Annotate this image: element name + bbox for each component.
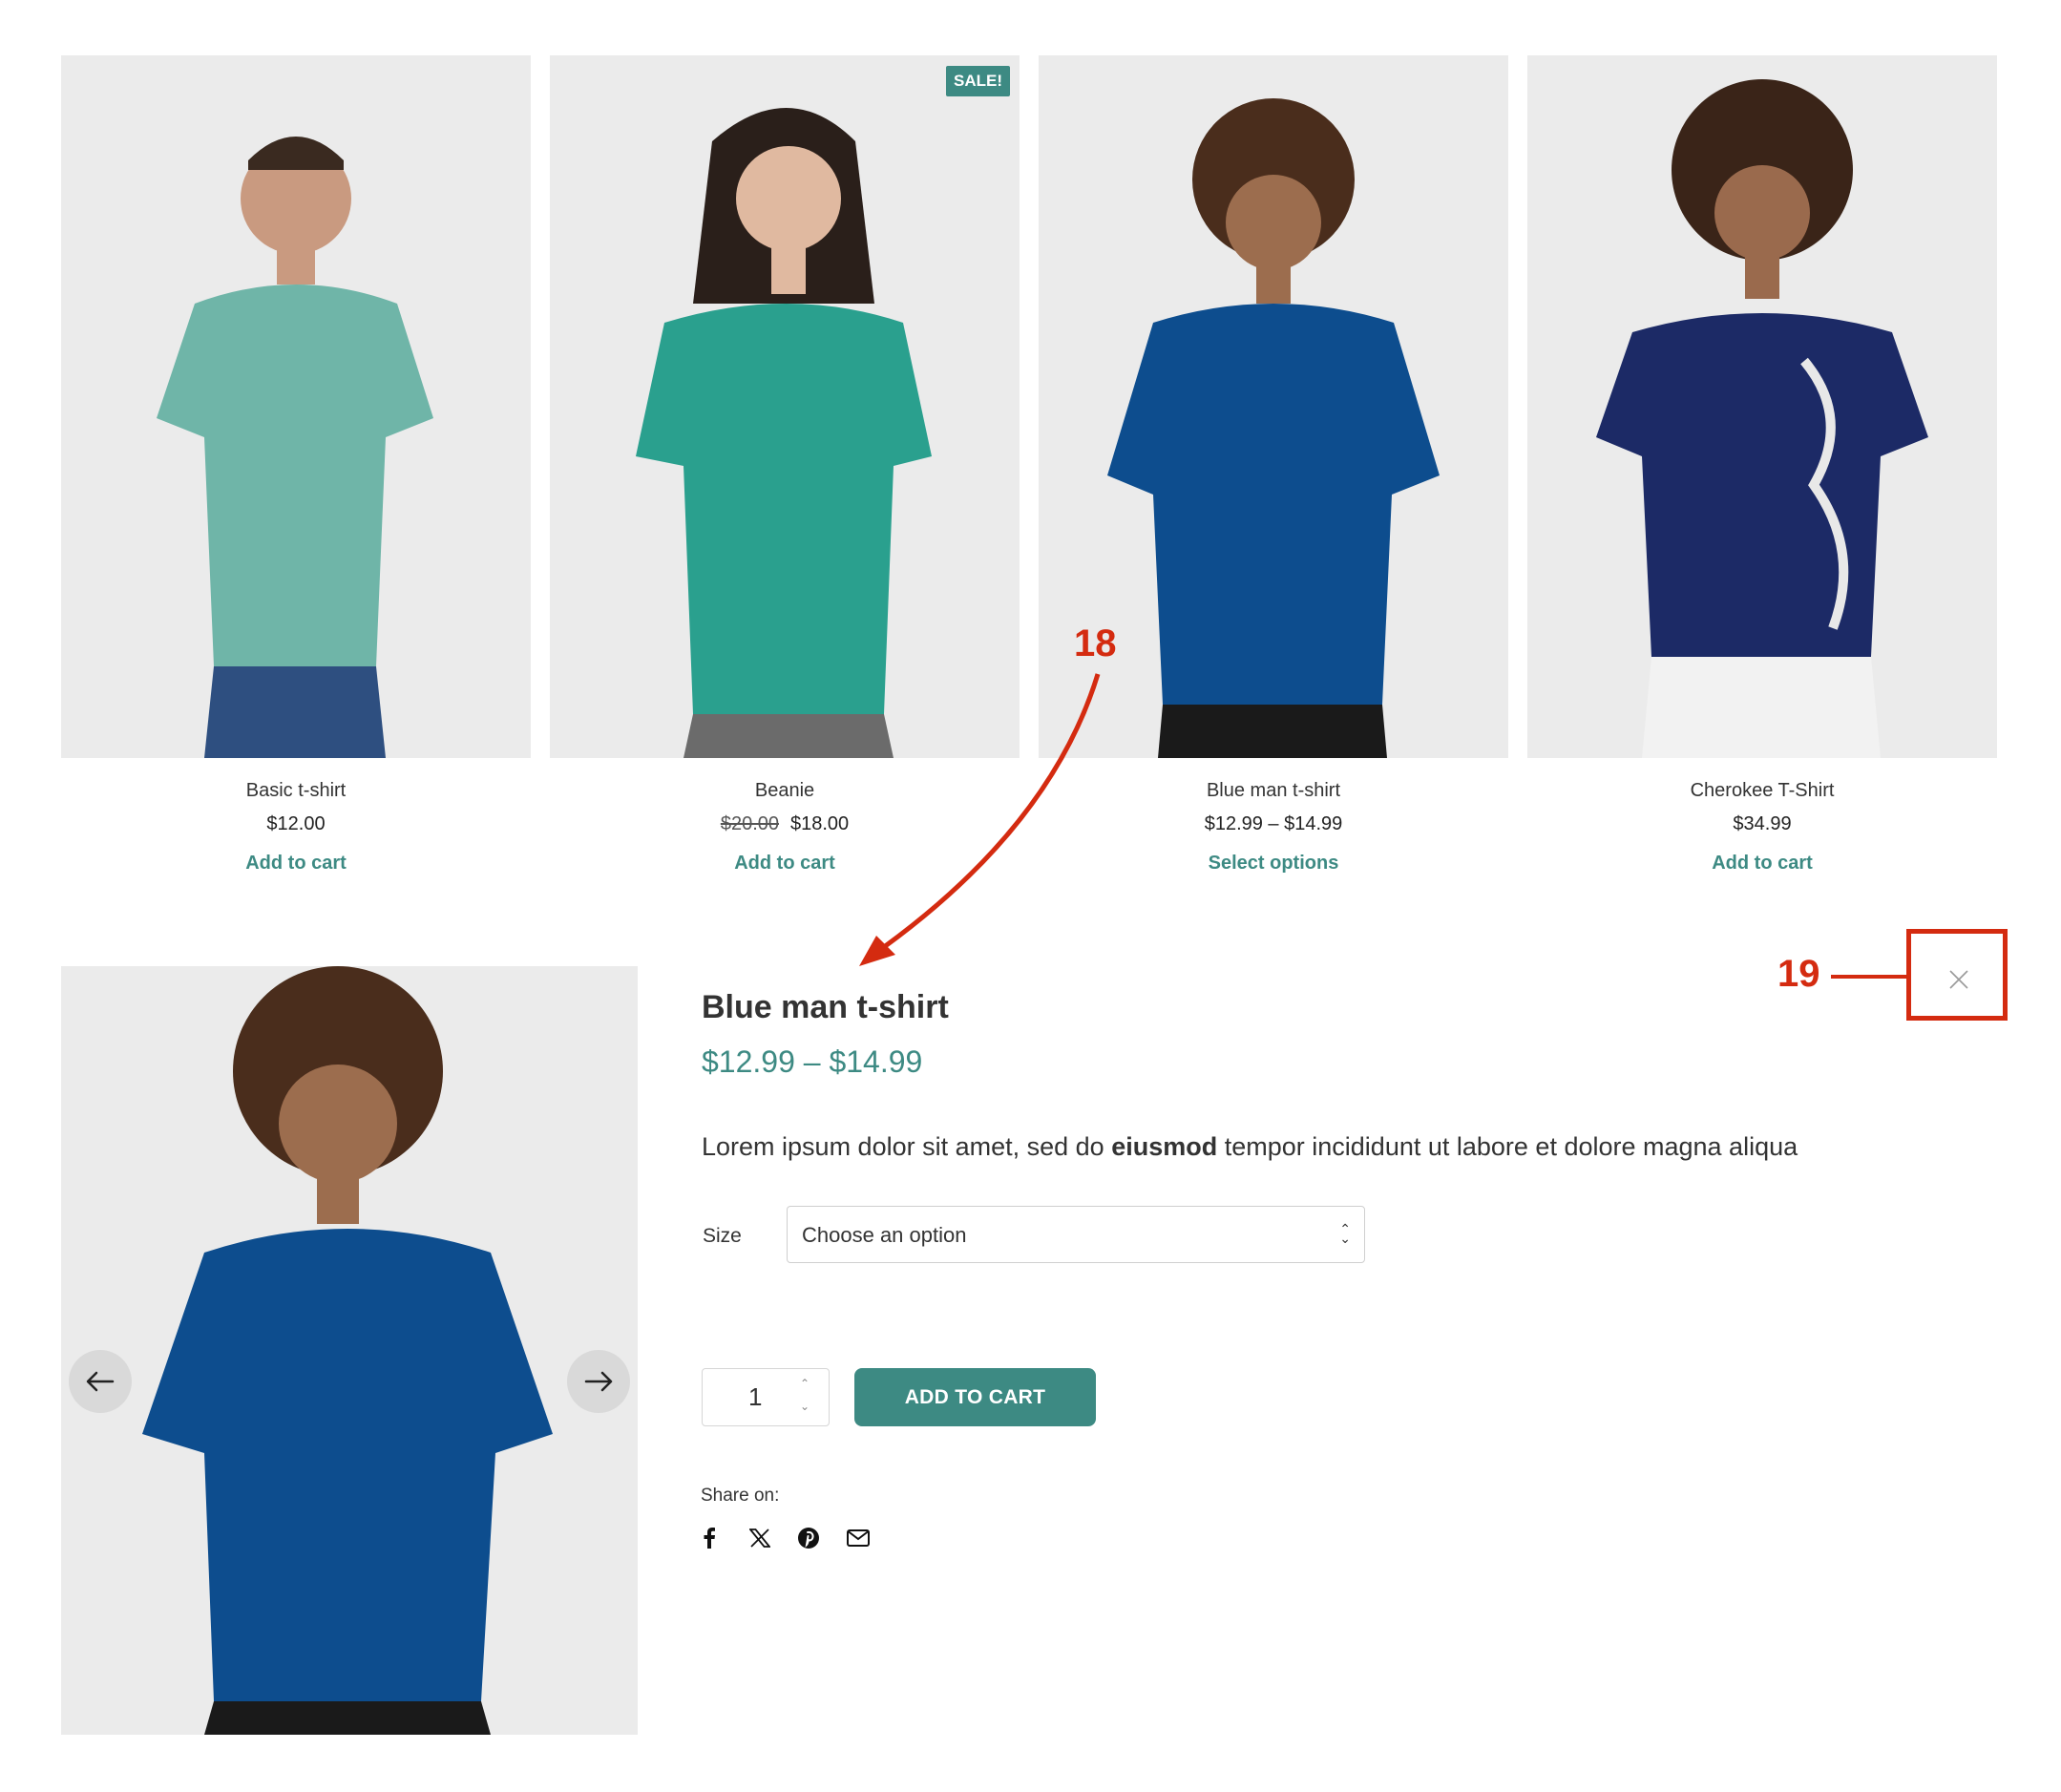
chevron-down-icon[interactable]: ⌄	[800, 1400, 810, 1413]
gallery-prev-button[interactable]	[69, 1350, 132, 1413]
product-price: $12.00	[61, 812, 531, 835]
product-card[interactable]: Basic t-shirt $12.00 Add to cart	[61, 55, 531, 875]
description-bold: eiusmod	[1111, 1132, 1218, 1161]
model-photo	[157, 137, 433, 758]
product-image[interactable]	[1527, 55, 1997, 758]
email-icon[interactable]	[846, 1526, 871, 1550]
model-photo	[636, 108, 932, 758]
size-select-value: Choose an option	[802, 1223, 967, 1247]
price-current: $18.00	[790, 813, 850, 834]
select-caret-icon: ⌃ ⌄	[1339, 1221, 1351, 1246]
quantity-stepper[interactable]: 1 ⌃ ⌄	[702, 1368, 830, 1426]
size-label: Size	[703, 1225, 742, 1247]
gallery-next-button[interactable]	[567, 1350, 630, 1413]
description-text: tempor incididunt ut labore et dolore ma…	[1217, 1132, 1798, 1161]
add-to-cart-link[interactable]: Add to cart	[61, 852, 531, 875]
sale-badge: SALE!	[946, 66, 1010, 96]
annotation-label-18: 18	[1074, 622, 1117, 664]
pinterest-icon[interactable]	[796, 1526, 821, 1550]
annotation-arrow	[859, 673, 1101, 966]
product-image[interactable]	[61, 55, 531, 758]
product-name[interactable]: Basic t-shirt	[61, 779, 531, 802]
price-current: $12.99 – $14.99	[1204, 813, 1343, 834]
annotation-box	[1906, 929, 2008, 1021]
product-price: $34.99	[1527, 812, 1997, 835]
product-card[interactable]: Cherokee T-Shirt $34.99 Add to cart	[1527, 55, 1997, 875]
arrow-right-icon	[584, 1371, 613, 1392]
annotation-line	[1831, 975, 1907, 979]
quick-view-gallery	[61, 966, 638, 1735]
model-photo	[142, 966, 553, 1735]
price-old: $20.00	[720, 813, 779, 834]
quantity-value[interactable]: 1	[748, 1382, 762, 1412]
description-text: Lorem ipsum dolor sit amet, sed do	[702, 1132, 1112, 1161]
chevron-up-icon[interactable]: ⌃	[800, 1377, 810, 1390]
product-name[interactable]: Cherokee T-Shirt	[1527, 779, 1997, 802]
facebook-icon[interactable]	[697, 1526, 722, 1550]
x-icon[interactable]	[747, 1526, 772, 1550]
price-current: $12.00	[266, 813, 326, 834]
product-image[interactable]: SALE!	[550, 55, 1020, 758]
size-select[interactable]: Choose an option ⌃ ⌄	[787, 1206, 1365, 1263]
product-description: Lorem ipsum dolor sit amet, sed do eiusm…	[702, 1132, 1798, 1162]
share-label: Share on:	[701, 1486, 780, 1506]
product-title: Blue man t-shirt	[702, 989, 949, 1025]
annotation-label-19: 19	[1777, 953, 1820, 995]
arrow-left-icon	[86, 1371, 115, 1392]
model-photo	[1596, 79, 1928, 758]
product-price-range: $12.99 – $14.99	[702, 1044, 923, 1079]
add-to-cart-link[interactable]: Add to cart	[1527, 852, 1997, 875]
add-to-cart-button[interactable]: ADD TO CART	[854, 1368, 1096, 1426]
price-current: $34.99	[1733, 813, 1792, 834]
